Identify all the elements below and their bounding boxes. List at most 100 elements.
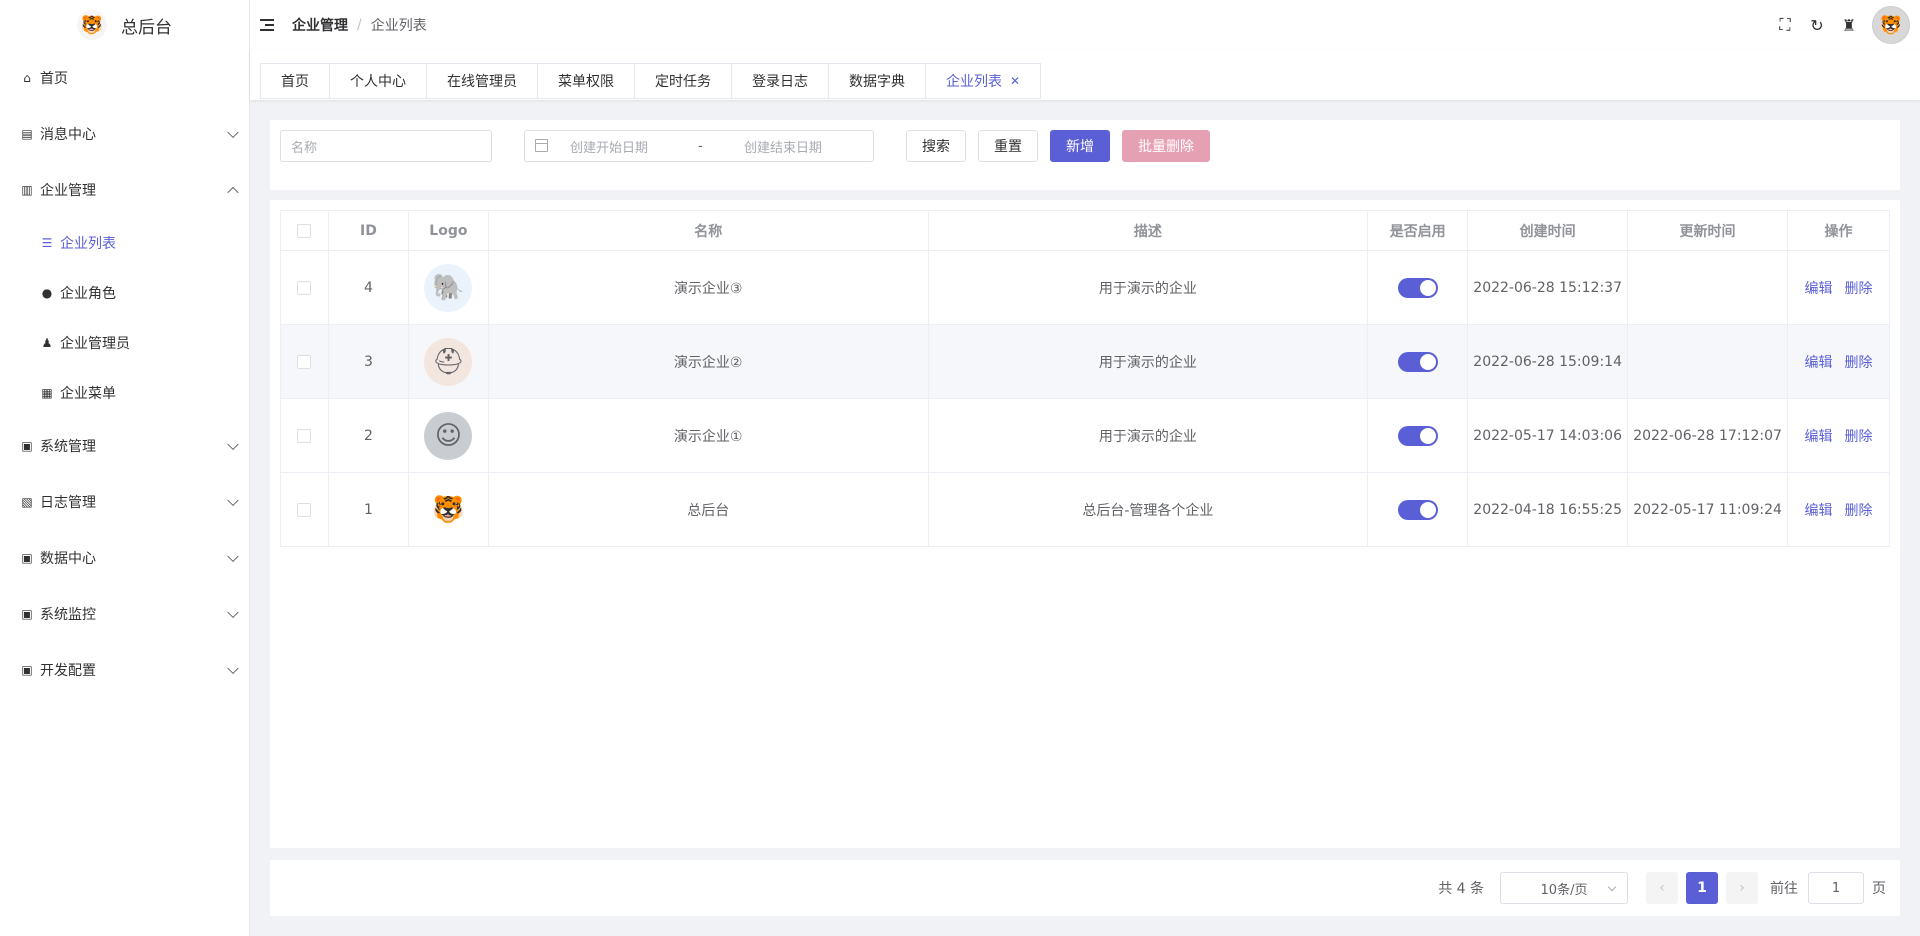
- cell-desc: 用于演示的企业: [927, 398, 1369, 473]
- sidebar-subitem-label: 企业列表: [60, 236, 116, 252]
- cell-updated: 2022-06-28 17:12:07: [1627, 398, 1789, 473]
- chevron-down-icon: [1607, 882, 1617, 892]
- start-date-field[interactable]: 创建开始日期: [570, 137, 648, 156]
- row-checkbox[interactable]: [297, 428, 312, 443]
- brand[interactable]: 🐯 总后台: [0, 0, 249, 50]
- search-button[interactable]: 搜索: [906, 130, 966, 162]
- tag-online-admins[interactable]: 在线管理员: [427, 63, 538, 99]
- column-header: 描述: [927, 210, 1369, 251]
- brand-logo-icon: 🐯: [77, 10, 107, 40]
- enabled-switch[interactable]: [1397, 425, 1438, 446]
- clear-cache-icon[interactable]: ♜: [1840, 16, 1858, 35]
- cell-name: 演示企业②: [487, 324, 929, 399]
- prev-page-button[interactable]: ‹: [1646, 872, 1678, 904]
- sidebar-item-monitoring[interactable]: ▣ 系统监控: [0, 586, 249, 642]
- column-header: 操作: [1787, 210, 1890, 251]
- table-row: 1 🐯 总后台 总后台-管理各个企业 2022-04-18 16:55:25 2…: [280, 472, 1890, 547]
- enabled-switch[interactable]: [1397, 499, 1438, 520]
- row-checkbox[interactable]: [297, 280, 312, 295]
- elephant-logo-icon: 🐘: [424, 263, 473, 312]
- reset-button[interactable]: 重置: [978, 130, 1038, 162]
- tiger-logo-icon: 🐯: [424, 485, 473, 534]
- sidebar-subitem-enterprise-list[interactable]: ☰ 企业列表: [0, 218, 249, 268]
- sidebar-item-data-center[interactable]: ▣ 数据中心: [0, 530, 249, 586]
- delete-link[interactable]: 删除: [1845, 355, 1873, 371]
- row-checkbox[interactable]: [297, 502, 312, 517]
- tag-enterprise-list[interactable]: 企业列表 ✕: [926, 63, 1042, 99]
- table-row: 4 🐘 演示企业③ 用于演示的企业 2022-06-28 15:12:37 编辑…: [280, 250, 1890, 325]
- column-header: 创建时间: [1467, 210, 1629, 251]
- sidebar-item-dev-config[interactable]: ▣ 开发配置: [0, 642, 249, 698]
- close-icon[interactable]: ✕: [1010, 74, 1020, 88]
- goto-label: 前往: [1770, 881, 1798, 897]
- name-search-input[interactable]: 名称: [280, 130, 492, 162]
- sidebar-item-label: 开发配置: [40, 663, 96, 679]
- breadcrumb-item[interactable]: 企业管理: [292, 15, 348, 35]
- monitor-icon: ▣: [21, 439, 33, 453]
- select-all-checkbox[interactable]: [297, 223, 312, 238]
- tag-profile[interactable]: 个人中心: [330, 63, 427, 99]
- cartoon-boy-logo-icon: ☺: [424, 411, 473, 460]
- delete-link[interactable]: 删除: [1845, 503, 1873, 519]
- sidebar-item-system[interactable]: ▣ 系统管理: [0, 418, 249, 474]
- cell-created: 2022-06-28 15:09:14: [1467, 324, 1629, 399]
- goto-page-input[interactable]: 1: [1808, 872, 1864, 904]
- chevron-down-icon: [227, 662, 239, 675]
- tags-bar: 首页 个人中心 在线管理员 菜单权限 定时任务 登录日志 数据字典 企业列表 ✕: [250, 50, 1920, 100]
- enabled-switch[interactable]: [1397, 351, 1438, 372]
- monitor-icon: ▣: [21, 607, 33, 621]
- cell-desc: 用于演示的企业: [927, 250, 1369, 325]
- enabled-switch[interactable]: [1397, 277, 1438, 298]
- tag-login-logs[interactable]: 登录日志: [732, 63, 829, 99]
- tag-label: 个人中心: [350, 74, 406, 90]
- end-date-field[interactable]: 创建结束日期: [744, 137, 822, 156]
- tag-label: 菜单权限: [558, 74, 614, 90]
- edit-link[interactable]: 编辑: [1805, 281, 1833, 297]
- page-suffix: 页: [1872, 881, 1886, 897]
- users-icon: ●: [41, 286, 53, 300]
- name-placeholder: 名称: [291, 140, 318, 156]
- refresh-icon[interactable]: ↻: [1808, 16, 1826, 35]
- edit-link[interactable]: 编辑: [1805, 503, 1833, 519]
- fullscreen-icon[interactable]: ⛶: [1776, 15, 1794, 34]
- tag-label: 定时任务: [655, 74, 711, 90]
- sidebar-subitem-enterprise-admins[interactable]: ♟ 企业管理员: [0, 318, 249, 368]
- add-button[interactable]: 新增: [1050, 130, 1110, 162]
- sidebar-item-home[interactable]: ⌂ 首页: [0, 50, 249, 106]
- page-number[interactable]: 1: [1686, 872, 1718, 904]
- column-header: ID: [327, 210, 409, 251]
- sidebar-item-messages[interactable]: ▤ 消息中心: [0, 106, 249, 162]
- tag-menu-permissions[interactable]: 菜单权限: [538, 63, 635, 99]
- sidebar-item-enterprise[interactable]: ▥ 企业管理: [0, 162, 249, 218]
- sidebar-item-label: 企业管理: [40, 183, 96, 199]
- date-range-picker[interactable]: 创建开始日期 - 创建结束日期: [524, 130, 874, 162]
- pagination: 共 4 条 10条/页 ‹ 1 › 前往 1 页: [1438, 872, 1886, 904]
- tag-label: 数据字典: [849, 74, 905, 90]
- collapse-menu-icon[interactable]: [260, 19, 274, 31]
- chevron-up-icon: [227, 186, 239, 199]
- sidebar-subitem-enterprise-menu[interactable]: ▦ 企业菜单: [0, 368, 249, 418]
- cell-created: 2022-05-17 14:03:06: [1467, 398, 1629, 473]
- delete-link[interactable]: 删除: [1845, 281, 1873, 297]
- edit-link[interactable]: 编辑: [1805, 355, 1833, 371]
- enterprise-table: ID Logo 名称 描述 是否启用 创建时间 更新时间 操作 4 🐘 演示企业…: [280, 210, 1890, 547]
- next-page-button[interactable]: ›: [1726, 872, 1758, 904]
- sidebar-item-logs[interactable]: ▧ 日志管理: [0, 474, 249, 530]
- cell-updated: [1627, 324, 1789, 399]
- select-all-cell: [280, 210, 329, 251]
- tag-data-dictionary[interactable]: 数据字典: [829, 63, 926, 99]
- sidebar-subitem-enterprise-roles[interactable]: ● 企业角色: [0, 268, 249, 318]
- page-size-select[interactable]: 10条/页: [1500, 872, 1628, 904]
- tag-scheduled-tasks[interactable]: 定时任务: [635, 63, 732, 99]
- batch-delete-button[interactable]: 批量删除: [1122, 130, 1210, 162]
- header-actions: ⛶ ↻ ♜ 🐯: [1776, 0, 1910, 50]
- helmet-logo-icon: ⛑: [424, 337, 473, 386]
- tags-list: 首页 个人中心 在线管理员 菜单权限 定时任务 登录日志 数据字典 企业列表 ✕: [260, 63, 1042, 99]
- list-icon: ☰: [41, 236, 53, 250]
- edit-link[interactable]: 编辑: [1805, 429, 1833, 445]
- grid-icon: ▦: [41, 386, 53, 400]
- row-checkbox[interactable]: [297, 354, 312, 369]
- delete-link[interactable]: 删除: [1845, 429, 1873, 445]
- avatar[interactable]: 🐯: [1872, 6, 1910, 44]
- tag-home[interactable]: 首页: [260, 63, 330, 99]
